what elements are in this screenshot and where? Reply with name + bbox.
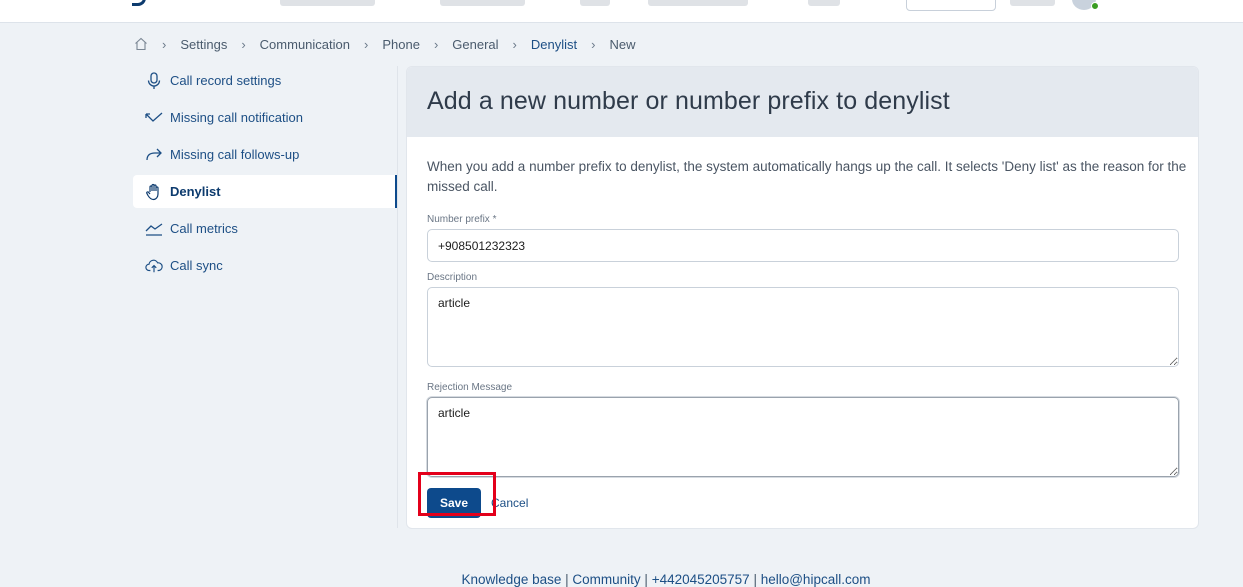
status-button[interactable] <box>906 0 996 11</box>
description-label: Description <box>427 272 478 283</box>
breadcrumb-separator-icon: › <box>591 36 596 52</box>
logo-icon <box>132 0 146 6</box>
footer: Knowledge base | Community | +4420452057… <box>0 572 1243 587</box>
footer-knowledge-base-link[interactable]: Knowledge base <box>462 572 562 587</box>
footer-email-link[interactable]: hello@hipcall.com <box>761 572 871 587</box>
home-icon[interactable] <box>134 37 148 51</box>
footer-community-link[interactable]: Community <box>572 572 640 587</box>
sidebar-item-call-sync[interactable]: Call sync <box>133 249 396 282</box>
intro-text: When you add a number prefix to denylist… <box>427 159 1187 194</box>
online-status-icon <box>1091 2 1099 10</box>
cancel-link[interactable]: Cancel <box>491 496 528 510</box>
breadcrumb-separator-icon: › <box>512 36 517 52</box>
missed-call-icon <box>145 109 163 127</box>
breadcrumb-separator-icon: › <box>433 36 439 52</box>
breadcrumb-separator-icon: › <box>241 36 246 52</box>
nav-item[interactable] <box>280 0 375 6</box>
forward-arrow-icon <box>145 146 163 164</box>
sidebar-item-label: Call sync <box>170 258 223 273</box>
sidebar-item-denylist[interactable]: Denylist <box>133 175 398 208</box>
sidebar-divider <box>397 66 398 528</box>
breadcrumb-separator-icon: › <box>364 36 369 52</box>
denylist-form-card: Add a new number or number prefix to den… <box>406 66 1199 529</box>
save-button[interactable]: Save <box>427 488 481 518</box>
breadcrumb-settings[interactable]: Settings <box>180 37 227 52</box>
rejection-message-textarea[interactable]: article <box>427 397 1179 477</box>
hand-icon <box>145 183 163 201</box>
footer-separator: | <box>753 572 761 587</box>
nav-item[interactable] <box>580 0 610 6</box>
breadcrumb-phone[interactable]: Phone <box>382 37 420 52</box>
breadcrumb: › Settings › Communication › Phone › Gen… <box>134 36 635 52</box>
sidebar-item-label: Call metrics <box>170 221 238 236</box>
card-header: Add a new number or number prefix to den… <box>407 67 1198 137</box>
chart-line-icon <box>145 220 163 238</box>
breadcrumb-new: New <box>609 36 636 52</box>
sidebar-item-label: Missing call notification <box>170 110 303 125</box>
microphone-icon <box>145 71 163 90</box>
description-textarea[interactable]: article <box>427 287 1179 367</box>
sidebar-item-call-metrics[interactable]: Call metrics <box>133 212 396 245</box>
rejection-message-label: Rejection Message <box>427 382 513 393</box>
breadcrumb-separator-icon: › <box>162 36 167 52</box>
breadcrumb-denylist[interactable]: Denylist <box>531 37 577 52</box>
footer-phone-link[interactable]: +442045205757 <box>652 572 750 587</box>
number-prefix-label: Number prefix * <box>427 214 497 225</box>
top-bar <box>0 0 1243 23</box>
sidebar-item-missing-call-follows-up[interactable]: Missing call follows-up <box>133 138 396 171</box>
breadcrumb-general[interactable]: General <box>452 37 498 52</box>
nav-item[interactable] <box>648 0 748 6</box>
user-menu[interactable] <box>1010 0 1055 6</box>
footer-separator: | <box>644 572 652 587</box>
sidebar-item-label: Missing call follows-up <box>170 147 300 162</box>
nav-item[interactable] <box>808 0 840 6</box>
cloud-upload-icon <box>145 257 163 275</box>
number-prefix-input[interactable] <box>427 229 1179 262</box>
sidebar-item-label: Call record settings <box>170 73 282 88</box>
page-title: Add a new number or number prefix to den… <box>427 87 950 115</box>
nav-item[interactable] <box>440 0 525 6</box>
sidebar-item-label: Denylist <box>170 184 221 199</box>
form-actions: Save Cancel <box>427 487 1178 519</box>
sidebar-item-missing-call-notification[interactable]: Missing call notification <box>133 101 396 134</box>
sidebar-item-call-record-settings[interactable]: Call record settings <box>133 64 396 97</box>
card-body: When you add a number prefix to denylist… <box>407 137 1198 519</box>
settings-sidebar: Call record settings Missing call notifi… <box>133 64 398 286</box>
breadcrumb-communication[interactable]: Communication <box>260 37 350 52</box>
